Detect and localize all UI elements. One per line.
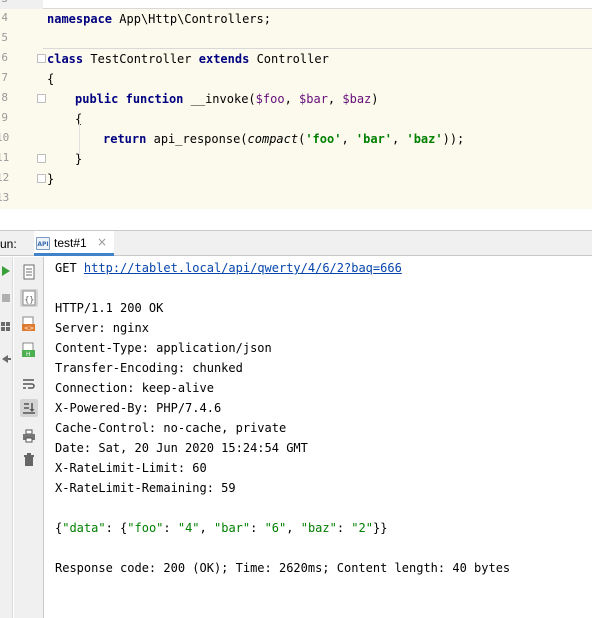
response-header: X-RateLimit-Limit: 60	[55, 461, 207, 475]
trash-icon[interactable]	[20, 451, 38, 469]
code-line: 10 return api_response(compact('foo', 'b…	[0, 129, 592, 149]
print-icon[interactable]	[20, 427, 38, 445]
document-icon[interactable]	[20, 263, 38, 281]
code-line: 6 class TestController extends Controlle…	[0, 49, 592, 69]
code-line: 4 namespace App\Http\Controllers;	[0, 9, 592, 29]
response-toolbar: {} <> H	[14, 257, 44, 618]
run-actions-strip	[0, 257, 13, 618]
run-icon[interactable]	[1, 266, 11, 276]
fold-marker-icon[interactable]	[37, 154, 46, 163]
return-statement: return api_response(compact('foo', 'bar'…	[103, 132, 465, 146]
api-file-icon: API	[36, 237, 50, 250]
line-number: 8	[1, 91, 8, 104]
line-number: 9	[1, 111, 8, 124]
response-header: Connection: keep-alive	[55, 381, 214, 395]
request-url-link[interactable]: http://tablet.local/api/qwerty/4/6/2?baq…	[84, 261, 402, 275]
line-number: 4	[1, 11, 8, 24]
response-header: X-RateLimit-Remaining: 59	[55, 481, 236, 495]
code-line: 5	[0, 29, 592, 49]
soft-wrap-icon[interactable]	[20, 375, 38, 393]
response-header: Cache-Control: no-cache, private	[55, 421, 287, 435]
run-label: un:	[0, 237, 17, 251]
line-number: 5	[1, 31, 8, 44]
layout-icon[interactable]	[0, 321, 12, 333]
code-line: 13	[0, 189, 592, 209]
tab-label: test#1	[54, 236, 87, 250]
svg-text:{}: {}	[25, 295, 35, 304]
response-header: HTTP/1.1 200 OK	[55, 301, 164, 315]
close-icon[interactable]: ×	[97, 235, 107, 249]
json-body: {"data": {"foo": "4", "bar": "6", "baz":…	[55, 521, 388, 535]
svg-text:<>: <>	[24, 325, 34, 332]
stop-icon[interactable]	[1, 293, 11, 303]
json-braces-icon[interactable]: {}	[20, 289, 38, 307]
response-header: Transfer-Encoding: chunked	[55, 361, 243, 375]
response-summary: Response code: 200 (OK); Time: 2620ms; C…	[55, 561, 511, 575]
line-number: 11	[0, 151, 10, 164]
fold-marker-icon[interactable]	[37, 54, 46, 63]
line-number: 7	[1, 71, 8, 84]
namespace-statement: namespace App\Http\Controllers;	[47, 12, 271, 26]
text-icon[interactable]: H	[20, 341, 38, 359]
run-tool-window-header: un: API test#1 ×	[0, 230, 592, 256]
line-number: 10	[0, 131, 10, 144]
indent-guide	[79, 123, 80, 157]
code-line: 8 public function __invoke($foo, $bar, $…	[0, 89, 592, 109]
code-text: }	[47, 172, 55, 186]
class-declaration: class TestController extends Controller	[47, 52, 329, 66]
method-declaration: public function __invoke($foo, $bar, $ba…	[75, 92, 379, 106]
response-header: Server: nginx	[55, 321, 149, 335]
response-header: Content-Type: application/json	[55, 341, 272, 355]
code-line: 12 }	[0, 169, 592, 189]
response-header: X-Powered-By: PHP/7.4.6	[55, 401, 222, 415]
scroll-to-end-icon[interactable]	[20, 399, 38, 417]
pin-icon[interactable]	[0, 353, 12, 365]
request-line: GET http://tablet.local/api/qwerty/4/6/2…	[55, 261, 402, 275]
line-number: 3	[0, 0, 8, 5]
html-icon[interactable]: <>	[20, 315, 38, 333]
svg-text:H: H	[26, 351, 31, 358]
line-number: 6	[1, 51, 8, 64]
code-editor[interactable]: 3 4 namespace App\Http\Controllers; 5 6 …	[0, 0, 592, 209]
code-line: 7 {	[0, 69, 592, 89]
line-number: 13	[0, 191, 10, 204]
fold-marker-icon[interactable]	[37, 94, 46, 103]
response-console[interactable]: GET http://tablet.local/api/qwerty/4/6/2…	[45, 257, 592, 618]
fold-marker-icon[interactable]	[37, 174, 46, 183]
code-line: 9 {	[0, 109, 592, 129]
code-line: 11 }	[0, 149, 592, 169]
response-header: Date: Sat, 20 Jun 2020 15:24:54 GMT	[55, 441, 308, 455]
line-number: 12	[0, 171, 10, 184]
tab-test-1[interactable]: API test#1 ×	[34, 231, 114, 256]
code-text: {	[47, 72, 55, 86]
